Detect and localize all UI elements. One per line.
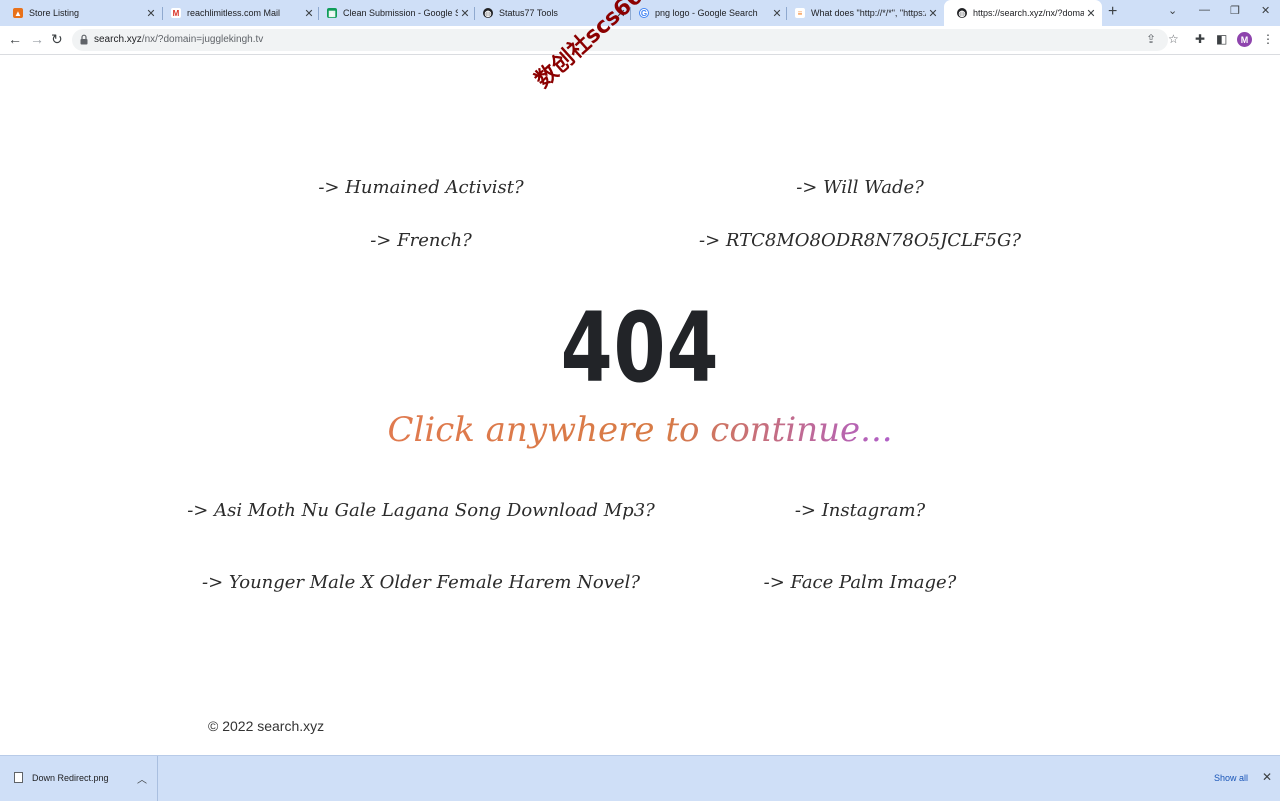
tab-title: Clean Submission - Google She (343, 8, 458, 18)
menu-icon[interactable]: ⋮ (1262, 31, 1274, 47)
chevron-up-icon[interactable]: ︿ (137, 771, 147, 786)
tab-stackoverflow[interactable]: ≡ What does "http://*/*", "https:// ✕ (782, 0, 944, 26)
error-code: 404 (560, 292, 720, 404)
link-will-wade[interactable]: -> Will Wade? (796, 177, 924, 198)
file-icon (14, 772, 23, 783)
link-harem-novel[interactable]: -> Younger Male X Older Female Harem Nov… (202, 572, 640, 593)
download-bar: Down Redirect.png ︿ Show all ✕ (0, 755, 1280, 801)
minimize-icon[interactable]: — (1199, 4, 1210, 16)
link-face-palm-image[interactable]: -> Face Palm Image? (764, 572, 957, 593)
tab-mail[interactable]: M reachlimitless.com Mail ✕ (158, 0, 320, 26)
tab-title: reachlimitless.com Mail (187, 8, 281, 18)
link-rtc-code[interactable]: -> RTC8MO8ODR8N78O5JCLF5G? (699, 230, 1021, 251)
gmail-favicon: M (171, 8, 181, 18)
avatar[interactable]: M (1237, 32, 1252, 47)
link-instagram[interactable]: -> Instagram? (795, 500, 925, 521)
restore-icon[interactable]: ❐ (1230, 4, 1240, 17)
tab-title: Store Listing (29, 8, 80, 18)
sheets-favicon: ▦ (327, 8, 337, 18)
tab-title: png logo - Google Search (655, 8, 758, 18)
link-asi-moth-song[interactable]: -> Asi Moth Nu Gale Lagana Song Download… (187, 500, 655, 521)
browser-toolbar: ← → ↻ search.xyz/nx/?domain=jugglekingh.… (0, 26, 1280, 55)
tab-google-search[interactable]: G png logo - Google Search ✕ (626, 0, 788, 26)
download-item[interactable]: Down Redirect.png ︿ (0, 756, 158, 801)
bookmark-star-icon[interactable]: ☆ (1168, 32, 1179, 46)
stackoverflow-favicon: ≡ (795, 8, 805, 18)
url-text: search.xyz/nx/?domain=jugglekingh.tv (94, 34, 264, 45)
lock-icon (80, 34, 88, 45)
reload-icon[interactable]: ↻ (51, 31, 63, 47)
globe-favicon: ◍ (957, 8, 967, 18)
back-icon[interactable]: ← (8, 31, 22, 47)
tab-store-listing[interactable]: ▲ Store Listing ✕ (0, 0, 162, 26)
forward-icon[interactable]: → (30, 31, 44, 47)
download-file-name: Down Redirect.png (32, 773, 109, 783)
extensions-icon[interactable]: ✚ (1195, 31, 1205, 47)
close-icon[interactable]: ✕ (926, 7, 940, 20)
link-humained-activist[interactable]: -> Humained Activist? (318, 177, 523, 198)
globe-favicon: ◍ (483, 8, 493, 18)
side-panel-icon[interactable]: ◧ (1216, 31, 1227, 47)
share-icon[interactable]: ⇪ (1146, 32, 1156, 46)
continue-text[interactable]: Click anywhere to continue... (387, 410, 892, 450)
new-tab-icon[interactable]: + (1108, 3, 1117, 21)
tab-clean-submission[interactable]: ▦ Clean Submission - Google She ✕ (314, 0, 476, 26)
address-bar[interactable]: search.xyz/nx/?domain=jugglekingh.tv ⇪ ☆ (72, 29, 1179, 51)
window-close-icon[interactable]: ✕ (1261, 4, 1270, 17)
tab-title: https://search.xyz/nx/?domain= (973, 8, 1084, 18)
store-listing-favicon: ▲ (13, 8, 23, 18)
tab-title: What does "http://*/*", "https:// (811, 8, 926, 18)
close-icon[interactable]: ✕ (1084, 7, 1098, 20)
close-icon[interactable]: ✕ (144, 7, 158, 20)
link-french[interactable]: -> French? (370, 230, 472, 251)
close-icon[interactable]: ✕ (1262, 770, 1272, 784)
footer-copyright: © 2022 search.xyz (208, 718, 325, 734)
tab-search-chevron-icon[interactable]: ⌄ (1168, 4, 1177, 17)
tab-search-xyz-active[interactable]: ◍ https://search.xyz/nx/?domain= ✕ (944, 0, 1102, 26)
show-all-button[interactable]: Show all (1214, 773, 1248, 783)
